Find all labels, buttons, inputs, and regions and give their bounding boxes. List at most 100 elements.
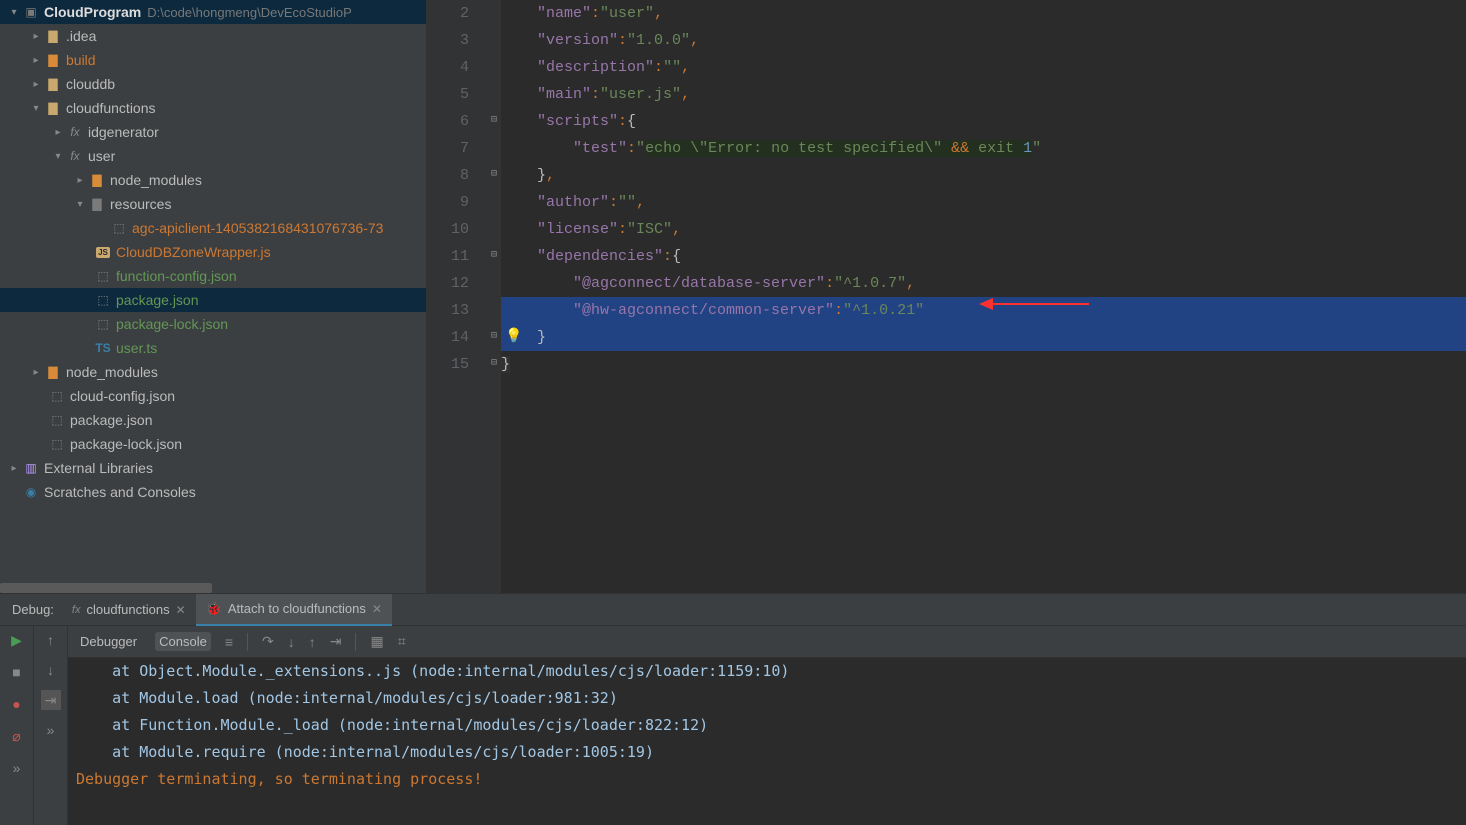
fx-icon: fx bbox=[66, 149, 84, 163]
fold-close-icon[interactable]: ⊟ bbox=[487, 168, 501, 180]
tree-item-resources[interactable]: ▾ ▇ resources bbox=[0, 192, 426, 216]
fold-open-icon[interactable]: ⊟ bbox=[487, 114, 501, 126]
tree-item-root-node-modules[interactable]: ▸ ▇ node_modules bbox=[0, 360, 426, 384]
chevron-right-icon: ▸ bbox=[28, 367, 44, 378]
folder-icon: ▇ bbox=[44, 101, 62, 115]
annotation-arrow bbox=[979, 294, 1089, 314]
js-icon: JS bbox=[94, 247, 112, 258]
tree-item-agc-apiclient[interactable]: ⬚ agc-apiclient-1405382168431076736-73 bbox=[0, 216, 426, 240]
tree-item-idgenerator[interactable]: ▸ fx idgenerator bbox=[0, 120, 426, 144]
settings-icon[interactable]: ⌗ bbox=[398, 633, 406, 650]
debug-nav-bar: ↑ ↓ ⇥ » bbox=[34, 626, 68, 825]
mute-breakpoints-button[interactable]: ⌀ bbox=[7, 726, 27, 746]
fold-column[interactable]: ⊟ ⊟ ⊟ ⊟ ⊟ bbox=[487, 0, 501, 593]
folder-icon: ▇ bbox=[88, 173, 106, 187]
chevron-right-icon: ▸ bbox=[6, 463, 22, 474]
fold-close-icon[interactable]: ⊟ bbox=[487, 330, 501, 342]
json-icon: ⬚ bbox=[48, 413, 66, 427]
library-icon: ▥ bbox=[22, 461, 40, 475]
console-output[interactable]: at Object.Module._extensions..js (node:i… bbox=[68, 658, 1466, 825]
console-line: at Object.Module._extensions..js (node:i… bbox=[76, 658, 1466, 685]
json-icon: ⬚ bbox=[94, 269, 112, 283]
line-number-gutter: 2 3 4 5 6 7 8 9 10 11 12 13 14 15 bbox=[427, 0, 487, 593]
tree-item-package-json[interactable]: ⬚ package.json bbox=[0, 288, 426, 312]
tree-item-build[interactable]: ▸ ▇ build bbox=[0, 48, 426, 72]
scratches-icon: ◉ bbox=[22, 485, 40, 499]
evaluate-icon[interactable]: ▦ bbox=[370, 633, 383, 650]
tree-project-root[interactable]: ▾ ▣ CloudProgram D:\code\hongmeng\DevEcoS… bbox=[0, 0, 426, 24]
more-button[interactable]: » bbox=[41, 720, 61, 740]
debug-tab-bar: Debug: fx cloudfunctions ✕ 🐞 Attach to c… bbox=[0, 594, 1466, 626]
chevron-right-icon: ▸ bbox=[28, 55, 44, 66]
horizontal-scrollbar[interactable] bbox=[0, 583, 212, 593]
debug-label: Debug: bbox=[4, 602, 62, 617]
folder-icon: ▇ bbox=[44, 29, 62, 43]
chevron-right-icon: ▸ bbox=[50, 127, 66, 138]
tree-item-package-lock[interactable]: ⬚ package-lock.json bbox=[0, 312, 426, 336]
json-icon: ⬚ bbox=[94, 293, 112, 307]
tree-item-scratches[interactable]: ◉ Scratches and Consoles bbox=[0, 480, 426, 504]
close-icon[interactable]: ✕ bbox=[176, 603, 186, 617]
console-error-line: Debugger terminating, so terminating pro… bbox=[76, 766, 1466, 793]
project-tree-sidebar[interactable]: ▾ ▣ CloudProgram D:\code\hongmeng\DevEcoS… bbox=[0, 0, 427, 593]
bug-icon: 🐞 bbox=[206, 601, 222, 617]
fx-icon: fx bbox=[72, 604, 81, 616]
debug-action-bar: ▶ ■ ● ⌀ » bbox=[0, 626, 34, 825]
tree-item-function-config[interactable]: ⬚ function-config.json bbox=[0, 264, 426, 288]
tree-item-cloud-config[interactable]: ⬚ cloud-config.json bbox=[0, 384, 426, 408]
console-line: at Function.Module._load (node:internal/… bbox=[76, 712, 1466, 739]
json-icon: ⬚ bbox=[94, 317, 112, 331]
resume-button[interactable]: ▶ bbox=[7, 630, 27, 650]
json-icon: ⬚ bbox=[48, 437, 66, 451]
folder-icon: ▇ bbox=[44, 77, 62, 91]
fold-close-icon[interactable]: ⊟ bbox=[487, 357, 501, 369]
chevron-down-icon: ▾ bbox=[72, 199, 88, 210]
step-over-icon[interactable]: ↷ bbox=[262, 633, 274, 650]
tree-item-root-package[interactable]: ⬚ package.json bbox=[0, 408, 426, 432]
console-line: at Module.load (node:internal/modules/cj… bbox=[76, 685, 1466, 712]
scroll-down-button[interactable]: ↓ bbox=[41, 660, 61, 680]
folder-icon: ▇ bbox=[44, 53, 62, 67]
step-out-icon[interactable]: ↑ bbox=[309, 634, 316, 650]
tree-item-user-ts[interactable]: TS user.ts bbox=[0, 336, 426, 360]
json-icon: ⬚ bbox=[110, 221, 128, 235]
step-into-icon[interactable]: ↓ bbox=[288, 634, 295, 650]
code-editor[interactable]: 2 3 4 5 6 7 8 9 10 11 12 13 14 15 ⊟ ⊟ ⊟ … bbox=[427, 0, 1466, 593]
chevron-down-icon: ▾ bbox=[6, 7, 22, 18]
tree-item-node-modules[interactable]: ▸ ▇ node_modules bbox=[0, 168, 426, 192]
console-line: at Module.require (node:internal/modules… bbox=[76, 739, 1466, 766]
console-tab[interactable]: Console bbox=[155, 632, 211, 651]
debug-tab-attach[interactable]: 🐞 Attach to cloudfunctions ✕ bbox=[196, 594, 392, 626]
folder-icon: ▇ bbox=[88, 197, 106, 211]
tree-item-clouddb[interactable]: ▸ ▇ clouddb bbox=[0, 72, 426, 96]
folder-icon: ▇ bbox=[44, 365, 62, 379]
chevron-right-icon: ▸ bbox=[28, 79, 44, 90]
wrap-button[interactable]: ⇥ bbox=[41, 690, 61, 710]
tree-item-external-libraries[interactable]: ▸ ▥ External Libraries bbox=[0, 456, 426, 480]
run-to-cursor-icon[interactable]: ⇥ bbox=[330, 633, 342, 650]
ts-icon: TS bbox=[94, 341, 112, 355]
json-icon: ⬚ bbox=[48, 389, 66, 403]
chevron-right-icon: ▸ bbox=[28, 31, 44, 42]
tree-item-root-package-lock[interactable]: ⬚ package-lock.json bbox=[0, 432, 426, 456]
tree-item-clouddbwrapper[interactable]: JS CloudDBZoneWrapper.js bbox=[0, 240, 426, 264]
tree-item-idea[interactable]: ▸ ▇ .idea bbox=[0, 24, 426, 48]
breakpoint-button[interactable]: ● bbox=[7, 694, 27, 714]
project-name: CloudProgram bbox=[44, 4, 141, 20]
more-button[interactable]: » bbox=[7, 758, 27, 778]
debug-toolbar: Debugger Console ≡ ↷ ↓ ↑ ⇥ ▦ ⌗ bbox=[68, 626, 1466, 658]
project-icon: ▣ bbox=[22, 5, 40, 19]
scroll-up-button[interactable]: ↑ bbox=[41, 630, 61, 650]
close-icon[interactable]: ✕ bbox=[372, 602, 382, 616]
tree-item-cloudfunctions[interactable]: ▾ ▇ cloudfunctions bbox=[0, 96, 426, 120]
stop-button[interactable]: ■ bbox=[7, 662, 27, 682]
fx-icon: fx bbox=[66, 125, 84, 139]
debug-panel: Debug: fx cloudfunctions ✕ 🐞 Attach to c… bbox=[0, 593, 1466, 825]
debugger-tab[interactable]: Debugger bbox=[76, 632, 141, 651]
project-path: D:\code\hongmeng\DevEcoStudioP bbox=[147, 5, 352, 20]
debug-tab-cloudfunctions[interactable]: fx cloudfunctions ✕ bbox=[62, 594, 196, 626]
chevron-down-icon: ▾ bbox=[50, 151, 66, 162]
tree-item-user[interactable]: ▾ fx user bbox=[0, 144, 426, 168]
filter-icon[interactable]: ≡ bbox=[225, 634, 233, 650]
fold-open-icon[interactable]: ⊟ bbox=[487, 249, 501, 261]
